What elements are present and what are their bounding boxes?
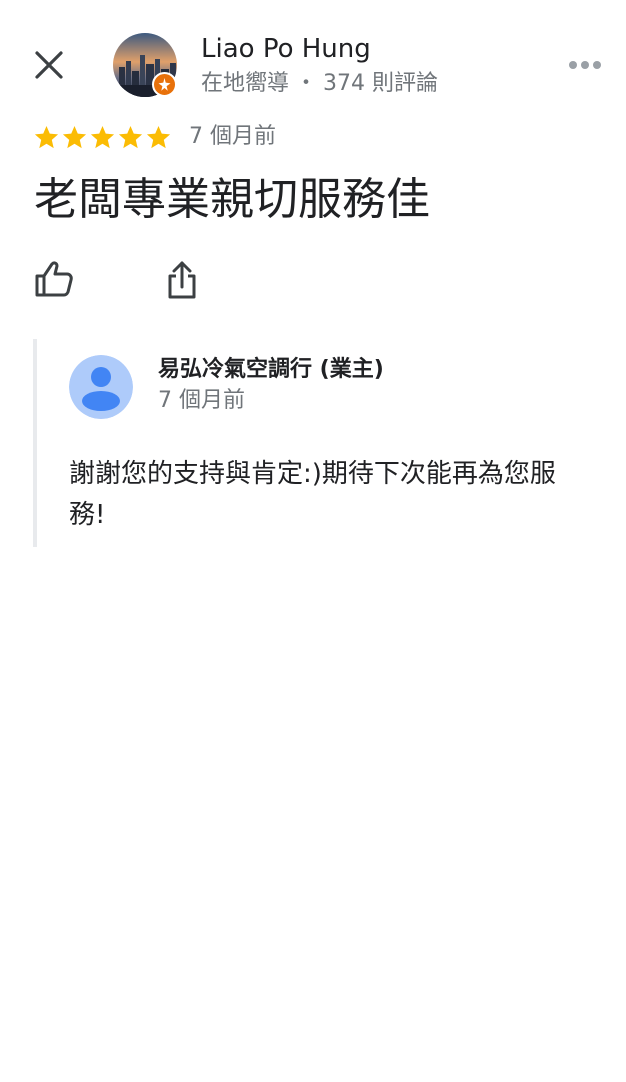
star-icon xyxy=(62,126,87,149)
more-horizontal-icon xyxy=(569,61,601,69)
share-icon xyxy=(168,261,196,299)
reviewer-name[interactable]: Liao Po Hung xyxy=(201,32,371,66)
star-icon xyxy=(34,126,59,149)
thumb-up-icon xyxy=(35,261,73,297)
close-icon xyxy=(35,51,63,79)
meta-separator: ・ xyxy=(295,71,318,96)
star-icon xyxy=(118,126,143,149)
person-icon xyxy=(69,355,133,419)
share-button[interactable] xyxy=(158,255,206,305)
owner-reply-time: 7 個月前 xyxy=(158,388,245,413)
reviewer-meta: 在地嚮導・ 374 則評論 xyxy=(201,68,438,100)
owner-avatar xyxy=(69,355,133,419)
more-options-button[interactable] xyxy=(560,50,610,80)
review-time: 7 個月前 xyxy=(189,124,276,149)
local-guide-badge-icon xyxy=(152,72,177,97)
reply-indent-bar xyxy=(33,339,37,547)
owner-name: 易弘冷氣空調行 (業主) xyxy=(158,357,384,382)
star-rating xyxy=(33,124,172,152)
like-button[interactable] xyxy=(30,255,78,303)
review-text: 老闆專業親切服務佳 xyxy=(34,174,430,225)
close-button[interactable] xyxy=(26,42,72,88)
star-icon xyxy=(146,126,171,149)
reviewer-review-count: 374 則評論 xyxy=(323,71,439,96)
star-icon xyxy=(90,126,115,149)
owner-reply-text: 謝謝您的支持與肯定:)期待下次能再為您服務! xyxy=(69,459,556,530)
reviewer-role: 在地嚮導 xyxy=(201,71,290,96)
